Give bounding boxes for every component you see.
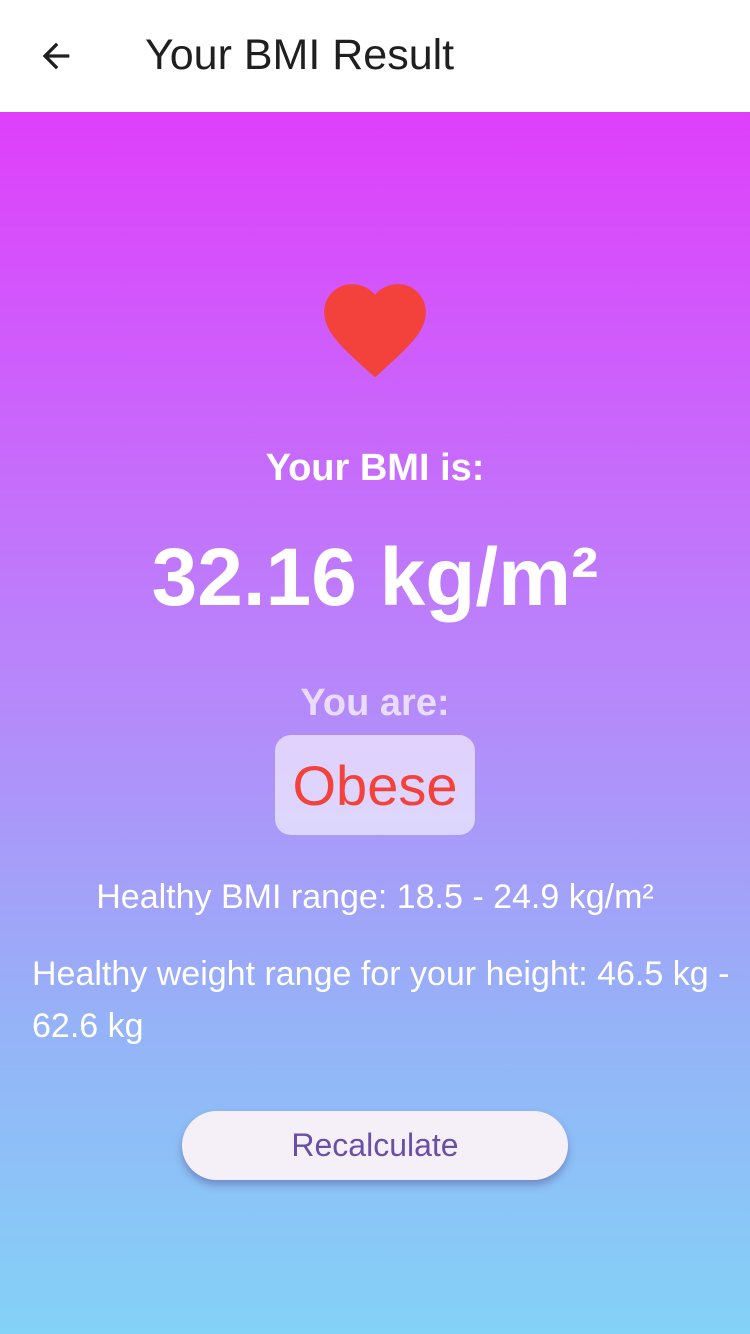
page-title: Your BMI Result	[145, 31, 455, 79]
recalculate-label: Recalculate	[291, 1127, 459, 1163]
healthy-weight-range: Healthy weight range for your height: 46…	[32, 955, 730, 1045]
arrow-back-icon	[42, 42, 70, 70]
heart-icon	[324, 284, 426, 378]
app-bar: Your BMI Result	[0, 0, 750, 112]
category-text: Obese	[292, 753, 458, 817]
you-are-label: You are:	[300, 682, 450, 724]
back-button[interactable]	[22, 22, 90, 90]
recalculate-button[interactable]: Recalculate	[182, 1111, 568, 1180]
category-badge: Obese	[275, 735, 475, 835]
bmi-label: Your BMI is:	[265, 447, 485, 489]
healthy-bmi-range: Healthy BMI range: 18.5 - 24.9 kg/m²	[96, 878, 654, 916]
bmi-value: 32.16 kg/m²	[151, 532, 599, 623]
result-panel: Your BMI is: 32.16 kg/m² You are: Obese …	[0, 112, 750, 1334]
